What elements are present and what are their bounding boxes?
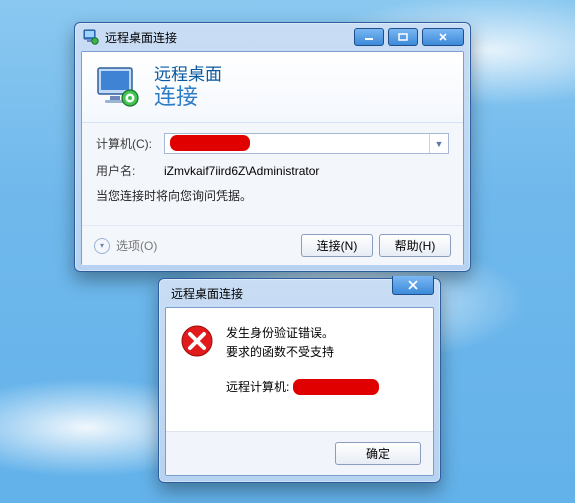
banner-line2: 连接 xyxy=(154,84,222,109)
options-label: 选项(O) xyxy=(116,237,157,254)
minimize-button[interactable] xyxy=(354,28,384,46)
options-toggle[interactable]: ▾ 选项(O) xyxy=(94,237,157,254)
computer-label: 计算机(C): xyxy=(96,135,164,152)
dialog-client-area: 发生身份验证错误。 要求的函数不受支持 远程计算机: 确定 xyxy=(165,307,434,476)
window-client-area: 远程桌面 连接 计算机(C): ▼ 用户名: iZmvkaif7iird6Z\A… xyxy=(81,51,464,265)
chevron-down-icon: ▾ xyxy=(94,238,110,254)
banner-line1: 远程桌面 xyxy=(154,65,222,85)
credentials-note: 当您连接时将向您询问凭据。 xyxy=(96,187,449,204)
computer-combo[interactable]: ▼ xyxy=(164,133,449,154)
username-value: iZmvkaif7iird6Z\Administrator xyxy=(164,164,319,178)
redacted-remote-computer-value xyxy=(293,379,379,395)
close-button[interactable] xyxy=(422,28,464,46)
dialog-close-button[interactable] xyxy=(392,276,434,295)
rdp-monitor-icon xyxy=(96,66,142,108)
rdp-titlebar-icon xyxy=(83,29,99,45)
error-line-1: 发生身份验证错误。 xyxy=(226,324,334,343)
connect-button[interactable]: 连接(N) xyxy=(301,234,373,257)
maximize-button[interactable] xyxy=(388,28,418,46)
error-icon xyxy=(180,324,214,358)
header-banner: 远程桌面 连接 xyxy=(82,52,463,123)
dropdown-arrow-icon[interactable]: ▼ xyxy=(429,134,448,153)
username-label: 用户名: xyxy=(96,162,164,179)
ok-button[interactable]: 确定 xyxy=(335,442,421,465)
computer-input[interactable] xyxy=(164,133,449,154)
error-dialog-window: 远程桌面连接 发生身份验证错误。 要求的函数不受支持 远程计算机: xyxy=(158,278,441,483)
remote-computer-label: 远程计算机: xyxy=(226,378,289,395)
rdp-main-window: 远程桌面连接 远程桌面 连接 xyxy=(74,22,471,272)
titlebar[interactable]: 远程桌面连接 xyxy=(75,23,470,51)
desktop-background: 远程桌面连接 远程桌面 连接 xyxy=(0,0,575,503)
help-button[interactable]: 帮助(H) xyxy=(379,234,451,257)
error-line-2: 要求的函数不受支持 xyxy=(226,343,334,362)
window-title: 远程桌面连接 xyxy=(105,29,354,46)
